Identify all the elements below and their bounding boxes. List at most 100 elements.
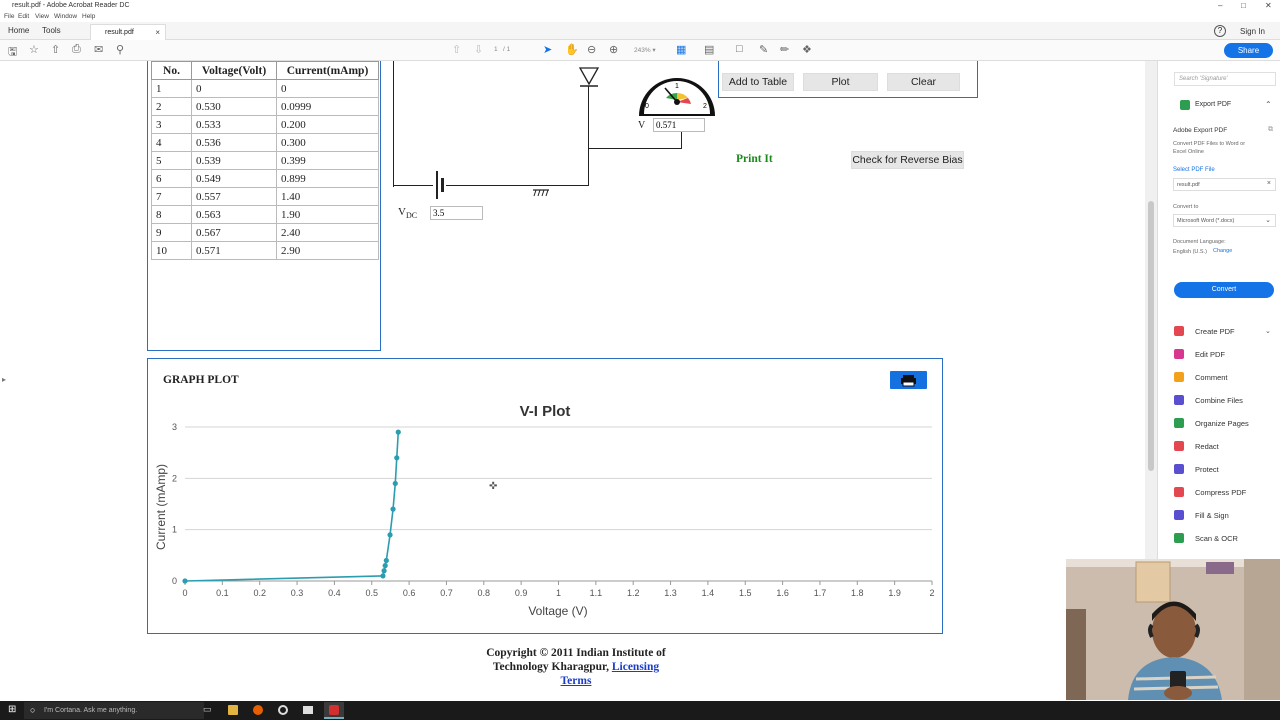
table-row: 3 0.533 0.200 [151, 115, 379, 134]
help-icon[interactable]: ? [1214, 25, 1226, 37]
table-row: 9 0.567 2.40 [151, 223, 379, 242]
cell-no: 2 [151, 97, 192, 116]
zoom-level[interactable]: 243% ▾ [634, 46, 656, 54]
chevron-up-icon[interactable]: ⌃ [1265, 100, 1272, 109]
circuit-wire-left [393, 61, 395, 187]
close-window-icon[interactable]: ✕ [1265, 1, 1272, 10]
remove-file-icon[interactable]: × [1267, 180, 1271, 187]
selected-file-field[interactable]: result.pdf × [1173, 178, 1276, 191]
cell-voltage: 0.536 [191, 133, 277, 152]
menu-view[interactable]: View [35, 13, 49, 20]
zoom-out-icon[interactable]: ⊖ [587, 43, 596, 56]
acrobat-taskbar-button[interactable] [324, 702, 344, 719]
page-down-icon[interactable]: ⇩ [474, 43, 483, 56]
cell-current: 0.899 [276, 169, 379, 188]
plot-button[interactable]: Plot [803, 73, 878, 91]
chrome-icon[interactable] [278, 705, 288, 715]
add-to-table-button[interactable]: Add to Table [722, 73, 794, 91]
highlight-pen-icon[interactable]: ✎ [759, 43, 768, 56]
x-tick-label: 0.8 [478, 588, 491, 598]
menu-window[interactable]: Window [54, 13, 77, 20]
ground-symbol [533, 189, 549, 197]
table-row: 7 0.557 1.40 [151, 187, 379, 206]
select-cursor-icon[interactable]: ➤ [543, 43, 552, 56]
search-icon[interactable]: ⚲ [116, 43, 124, 56]
change-language-link[interactable]: Change [1213, 248, 1232, 254]
x-tick-label: 1.3 [664, 588, 677, 598]
format-dropdown[interactable]: Microsoft Word (*.docx) ⌄ [1173, 214, 1276, 227]
export-pdf-header[interactable]: Export PDF [1195, 101, 1231, 108]
menu-file[interactable]: File [4, 13, 14, 20]
convert-button[interactable]: Convert [1174, 282, 1274, 298]
bookmark-star-icon[interactable]: ☆ [29, 43, 39, 56]
tools-search-input[interactable]: Search 'Signature' [1174, 72, 1276, 86]
vdc-input[interactable] [430, 206, 483, 220]
sign-in-link[interactable]: Sign In [1240, 27, 1265, 36]
share-button[interactable]: Share [1224, 43, 1273, 58]
left-panel-toggle-icon[interactable]: ▸ [2, 375, 6, 384]
fit-page-icon[interactable]: ▦ [676, 43, 686, 56]
task-view-icon[interactable]: ▭ [203, 704, 212, 715]
x-tick-label: 1.8 [851, 588, 864, 598]
vertical-scrollbar[interactable] [1145, 61, 1157, 559]
upload-icon[interactable]: ⇧ [51, 43, 60, 56]
cortana-search-box[interactable]: ○ I'm Cortana. Ask me anything. [24, 702, 204, 719]
observation-table-panel: No. Voltage(Volt) Current(mAmp) 1 0 0 2 0.53… [147, 61, 381, 351]
menu-edit[interactable]: Edit [18, 13, 29, 20]
file-explorer-icon[interactable] [228, 705, 238, 715]
comment-icon[interactable]: □ [736, 43, 743, 55]
meter-scale-max: 2 [703, 103, 707, 110]
close-tab-icon[interactable]: × [155, 28, 160, 37]
cortana-icon: ○ [30, 705, 36, 715]
vdc-label: VDC [398, 206, 417, 220]
hand-tool-icon[interactable]: ✋ [565, 43, 579, 56]
cell-current: 2.90 [276, 241, 379, 260]
scrollbar-thumb[interactable] [1148, 201, 1154, 471]
x-tick-label: 0.3 [291, 588, 304, 598]
firefox-icon[interactable] [253, 705, 263, 715]
cell-current: 1.90 [276, 205, 379, 224]
x-tick-label: 1.5 [739, 588, 752, 598]
copy-icon[interactable]: ⧉ [1268, 126, 1273, 134]
cell-no: 10 [151, 241, 192, 260]
page-indicator[interactable]: 1 / 1 [494, 46, 510, 53]
zoom-in-icon[interactable]: ⊕ [609, 43, 618, 56]
print-icon[interactable]: ⎙ [72, 43, 81, 56]
tab-tools[interactable]: Tools [42, 26, 61, 35]
language-value: English (U.S.) [1173, 249, 1207, 255]
page-up-icon[interactable]: ⇧ [452, 43, 461, 56]
draw-icon[interactable]: ✏ [780, 43, 789, 56]
tab-document[interactable]: result.pdf × [90, 24, 166, 40]
create-pdf-chevron-icon[interactable]: ⌄ [1265, 327, 1271, 335]
scroll-mode-icon[interactable]: ▤ [704, 43, 714, 56]
voltmeter-reading [653, 118, 705, 132]
cell-voltage: 0.539 [191, 151, 277, 170]
app-window-icon[interactable] [303, 706, 313, 714]
x-tick-label: 0 [182, 588, 187, 598]
meter-scale-mid: 1 [675, 83, 679, 90]
minimize-icon[interactable]: – [1218, 1, 1222, 10]
reverse-bias-button[interactable]: Check for Reverse Bias [851, 151, 964, 169]
licensing-link[interactable]: Licensing [612, 661, 659, 673]
table-row: 6 0.549 0.899 [151, 169, 379, 188]
email-icon[interactable]: ✉ [94, 43, 103, 56]
page-current[interactable]: 1 [494, 46, 498, 53]
x-tick-label: 1.1 [590, 588, 603, 598]
clear-button[interactable]: Clear [887, 73, 960, 91]
chart-y-axis-label: Current (mAmp) [154, 464, 168, 550]
cell-voltage: 0.571 [191, 241, 277, 260]
tool-label: Comment [1195, 373, 1228, 382]
menu-help[interactable]: Help [82, 13, 95, 20]
save-icon[interactable]: 🖫 [8, 43, 17, 62]
maximize-icon[interactable]: □ [1241, 1, 1246, 10]
table-header-row: No. Voltage(Volt) Current(mAmp) [151, 61, 379, 80]
cell-voltage: 0.549 [191, 169, 277, 188]
x-tick-label: 0.5 [365, 588, 378, 598]
tab-home[interactable]: Home [8, 26, 29, 35]
print-it-link[interactable]: Print It [736, 153, 773, 165]
fill-sign-icon[interactable]: ❖ [802, 43, 812, 56]
share-label: Share [1237, 46, 1260, 55]
window-titlebar: result.pdf - Adobe Acrobat Reader DC – □… [0, 0, 1280, 12]
terms-link[interactable]: Terms [561, 675, 592, 687]
windows-start-icon[interactable]: ⊞ [8, 704, 16, 715]
